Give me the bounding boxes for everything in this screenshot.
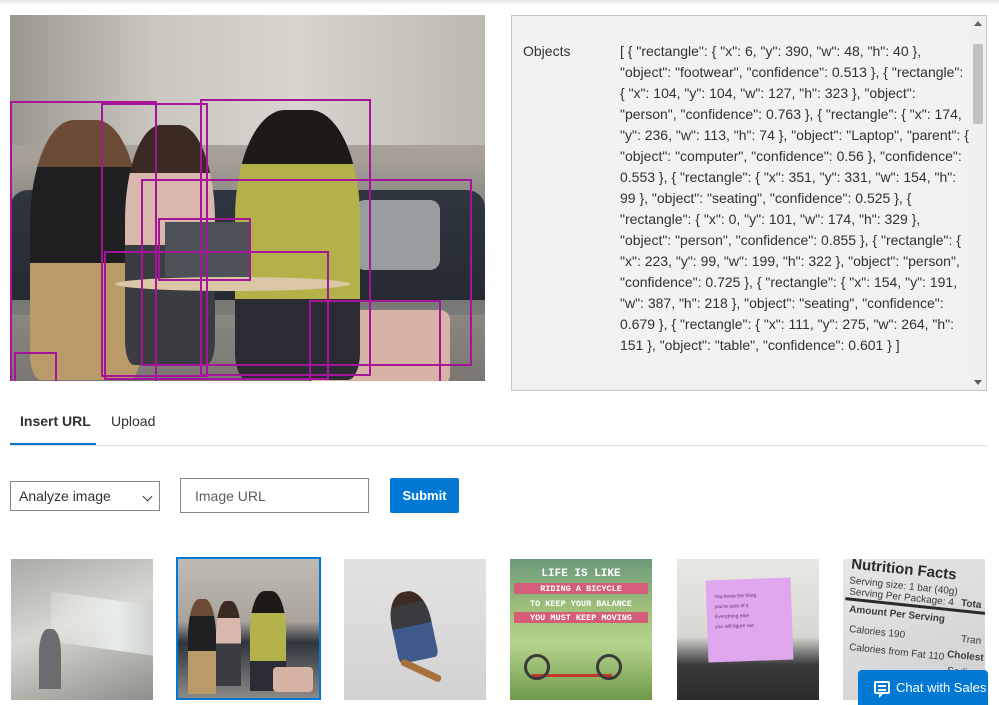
tab-insert-url[interactable]: Insert URL (20, 413, 91, 429)
nutrition-line-7: Tran (960, 633, 982, 648)
thumb-skater (385, 587, 439, 665)
nutrition-line-8: Cholest (946, 649, 985, 664)
thumbnail-meeting[interactable] (176, 557, 321, 700)
note-line-4: you will figure out (715, 622, 754, 631)
thumb-bicycle-wheel-front (596, 654, 622, 680)
thumbnail-sticky-note[interactable]: You know the thing you're sure of it Eve… (677, 559, 819, 700)
chevron-down-icon (142, 491, 153, 502)
nutrition-line-5: Calories from Fat 110 (848, 642, 945, 663)
thumbnail-skateboarder[interactable] (344, 559, 486, 700)
objects-label: Objects (523, 43, 571, 59)
quote-line-2: RIDING A BICYCLE (540, 584, 622, 594)
thumbnail-bicycle-quote[interactable]: LIFE IS LIKE RIDING A BICYCLE TO KEEP YO… (510, 559, 652, 700)
thumbnail-subway[interactable] (11, 559, 153, 700)
thumb-skateboard (399, 658, 443, 683)
scroll-thumb[interactable] (973, 44, 983, 124)
chat-icon (874, 681, 890, 698)
thumb-person-middle (216, 601, 241, 686)
chat-with-sales-button[interactable]: Chat with Sales (858, 670, 988, 705)
thumb-person-left (188, 599, 216, 694)
scroll-up-arrow-icon[interactable] (974, 21, 982, 26)
thumb-bicycle-wheel-back (524, 654, 550, 680)
quote-line-4: YOU MUST KEEP MOVING (529, 613, 633, 623)
thumb-walking-figure (39, 629, 61, 689)
nutrition-line-6: Tota (960, 597, 982, 612)
image-url-input[interactable] (180, 478, 369, 513)
mode-select-value: Analyze image (19, 488, 111, 504)
thumb-sticky-note: You know the thing you're sure of it Eve… (705, 577, 794, 663)
scroll-down-arrow-icon[interactable] (974, 380, 982, 385)
thumb-train-blur (51, 591, 153, 657)
quote-line-3: TO KEEP YOUR BALANCE (529, 599, 633, 609)
submit-button[interactable]: Submit (390, 478, 459, 513)
quote-line-1: LIFE IS LIKE (541, 568, 621, 580)
objects-json-output: [ { "rectangle": { "x": 6, "y": 390, "w"… (620, 43, 969, 353)
input-tabs: Insert URL Upload (10, 405, 987, 446)
nutrition-line-4: Calories 190 (848, 624, 906, 641)
bbox-table (104, 251, 329, 380)
chat-icon-line (878, 685, 886, 687)
chat-label: Chat with Sales (896, 680, 987, 695)
mode-select[interactable]: Analyze image (10, 481, 160, 511)
tab-upload[interactable]: Upload (111, 413, 155, 429)
chat-icon-line (878, 689, 886, 691)
objects-scrollbar[interactable] (970, 16, 986, 390)
note-text: You know the thing you're sure of it Eve… (714, 591, 757, 632)
analyzed-image (10, 15, 485, 381)
objects-panel: Objects [ { "rectangle": { "x": 6, "y": … (511, 15, 987, 391)
top-shadow (0, 0, 999, 6)
thumb-ottoman (273, 667, 313, 692)
active-tab-indicator (10, 443, 96, 445)
